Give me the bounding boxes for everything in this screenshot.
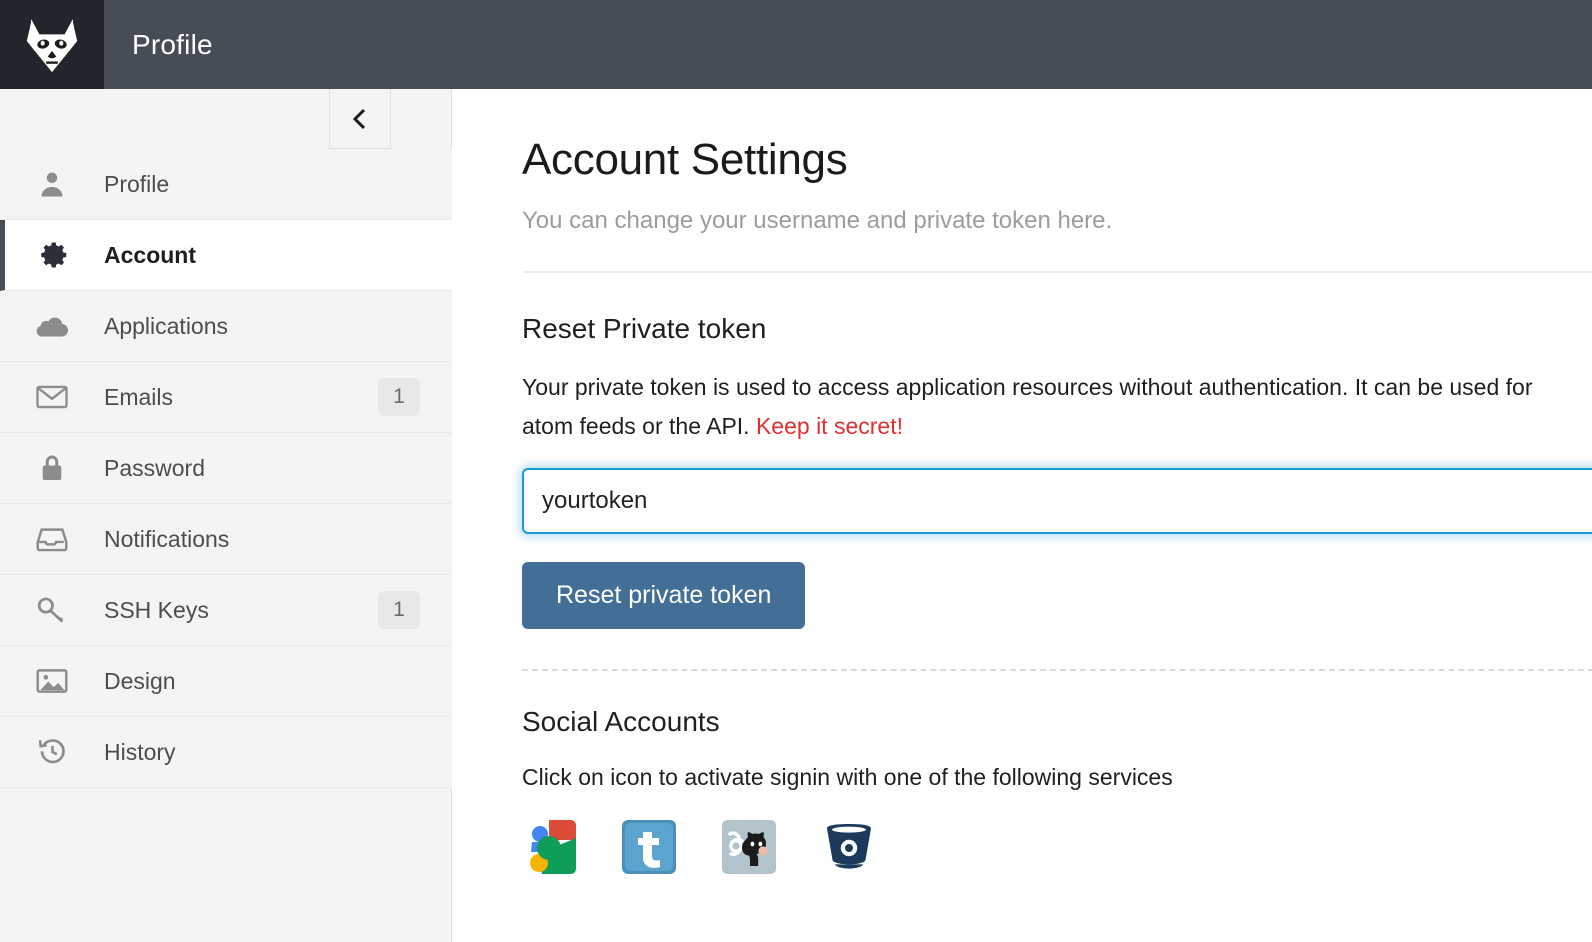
sidebar-item-badge: 1 [378,591,420,629]
google-icon[interactable] [522,820,576,874]
section-divider [522,271,1592,273]
social-accounts-heading: Social Accounts [522,706,720,737]
user-icon [0,169,104,199]
sidebar-collapse-button[interactable] [329,89,391,149]
inbox-icon [0,526,104,552]
sidebar-nav: Profile Account Applications Emails 1 Pa… [0,149,452,788]
page-title: Account Settings [522,135,848,184]
history-clock-icon [0,737,104,767]
sidebar-item-label: Emails [104,383,174,410]
sidebar-item-label: Profile [104,170,170,197]
sidebar-item-label: History [104,738,176,765]
sidebar-item-ssh-keys[interactable]: SSH Keys 1 [0,575,452,646]
sidebar-item-design[interactable]: Design [0,646,452,717]
reset-private-token-button[interactable]: Reset private token [522,562,806,629]
cloud-icon [0,311,104,341]
sidebar-item-history[interactable]: History [0,717,452,788]
sidebar-item-label: SSH Keys [104,596,209,623]
main-content: Account Settings You can change your use… [453,89,1592,942]
image-icon [0,667,104,695]
sidebar-item-password[interactable]: Password [0,433,452,504]
sidebar-item-label: Notifications [104,525,230,552]
sidebar-item-notifications[interactable]: Notifications [0,504,452,575]
sidebar-item-label: Password [104,454,205,481]
social-accounts-description: Click on icon to activate signin with on… [522,764,1173,790]
reset-token-description-line1: Your private token is used to access app… [522,374,1349,400]
sidebar-item-applications[interactable]: Applications [0,291,452,362]
reset-token-heading: Reset Private token [522,313,767,344]
gear-icon [5,240,104,270]
envelope-icon [0,384,104,410]
sidebar-item-badge: 1 [378,378,420,416]
sidebar-item-profile[interactable]: Profile [0,149,452,220]
page-subtitle: You can change your username and private… [522,207,1113,234]
app-root: Profile Profile Account Applications Ema… [0,0,1592,942]
keep-secret-warning: Keep it secret! [755,413,903,439]
sidebar-item-label: Design [104,667,176,694]
private-token-input[interactable] [522,468,1592,534]
sidebar-item-account[interactable]: Account [0,220,452,291]
header-title: Profile [132,28,213,60]
reset-token-description: Your private token is used to access app… [522,368,1582,446]
twitter-icon[interactable] [622,820,676,874]
sidebar-item-label: Account [104,241,196,268]
app-logo[interactable] [0,0,104,89]
sidebar: Profile Account Applications Emails 1 Pa… [0,89,452,942]
social-accounts-row [522,820,1592,874]
bitbucket-icon[interactable] [822,820,876,874]
chevron-left-icon [352,108,366,129]
social-divider [522,669,1592,671]
github-octocat-icon[interactable] [722,820,776,874]
lock-icon [0,453,104,483]
sidebar-item-emails[interactable]: Emails 1 [0,362,452,433]
top-header: Profile [0,0,1592,89]
gitlab-tanuki-logo-icon [26,18,78,72]
sidebar-item-label: Applications [104,312,229,339]
key-icon [0,595,104,625]
